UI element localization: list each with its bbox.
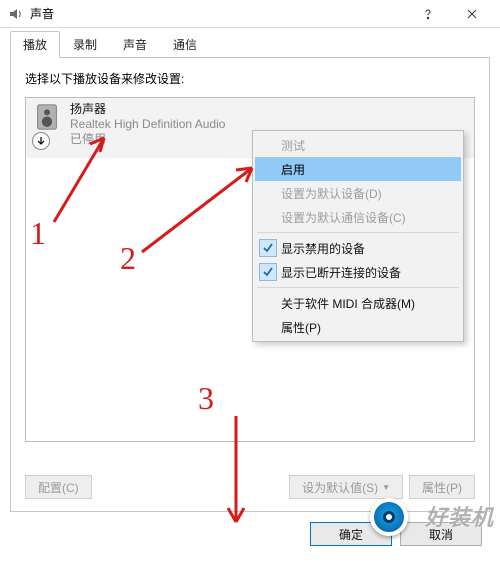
ctx-set-comm[interactable]: 设置为默认通信设备(C) <box>255 205 461 229</box>
context-menu: 测试 启用 设置为默认设备(D) 设置为默认通信设备(C) 显示禁用的设备 显示… <box>252 130 464 342</box>
tab-sounds[interactable]: 声音 <box>110 31 160 58</box>
tab-playback[interactable]: 播放 <box>10 31 60 58</box>
speaker-icon <box>32 102 62 132</box>
watermark-logo-icon <box>370 498 408 536</box>
ctx-label: 关于软件 MIDI 合成器(M) <box>281 295 415 312</box>
ctx-enable[interactable]: 启用 <box>255 157 461 181</box>
device-list[interactable]: 扬声器 Realtek High Definition Audio 已停用 测试… <box>25 97 475 442</box>
ctx-set-default[interactable]: 设置为默认设备(D) <box>255 181 461 205</box>
ctx-label: 显示已断开连接的设备 <box>281 264 401 281</box>
ctx-properties[interactable]: 属性(P) <box>255 315 461 339</box>
btn-label: 确定 <box>339 526 363 543</box>
tab-label: 声音 <box>123 38 147 52</box>
ctx-label: 属性(P) <box>281 319 321 336</box>
ctx-label: 设置为默认设备(D) <box>281 185 382 202</box>
ctx-label: 测试 <box>281 137 305 154</box>
window-title: 声音 <box>30 5 406 22</box>
close-button[interactable] <box>450 0 494 28</box>
ctx-separator <box>257 287 459 288</box>
device-properties-button[interactable]: 属性(P) <box>409 475 475 499</box>
titlebar: 声音 <box>0 0 500 28</box>
btn-label: 配置(C) <box>38 479 79 496</box>
check-icon <box>259 239 277 257</box>
configure-button[interactable]: 配置(C) <box>25 475 92 499</box>
dropdown-arrow-icon: ▼ <box>382 483 390 492</box>
ctx-show-disconnected[interactable]: 显示已断开连接的设备 <box>255 260 461 284</box>
disabled-overlay-icon <box>32 132 50 150</box>
sound-icon <box>8 6 24 22</box>
ctx-test[interactable]: 测试 <box>255 133 461 157</box>
check-icon <box>259 263 277 281</box>
tab-label: 播放 <box>23 38 47 52</box>
dialog-buttons: 确定 取消 <box>10 512 490 546</box>
btn-label: 设为默认值(S) <box>302 479 378 496</box>
playback-panel: 选择以下播放设备来修改设置: 扬声器 Realtek High Definiti… <box>10 58 490 512</box>
tab-label: 录制 <box>73 38 97 52</box>
btn-label: 属性(P) <box>422 479 462 496</box>
tab-label: 通信 <box>173 38 197 52</box>
device-name: 扬声器 <box>70 102 468 117</box>
device-icon <box>32 102 70 147</box>
set-default-button[interactable]: 设为默认值(S) ▼ <box>289 475 403 499</box>
tab-strip: 播放 录制 声音 通信 <box>10 34 490 58</box>
panel-bottom-buttons: 配置(C) 设为默认值(S) ▼ 属性(P) <box>25 475 475 499</box>
ctx-label: 启用 <box>281 161 305 178</box>
ctx-label: 设置为默认通信设备(C) <box>281 209 406 226</box>
watermark-text: 好装机 <box>425 500 494 532</box>
ctx-show-disabled[interactable]: 显示禁用的设备 <box>255 236 461 260</box>
ctx-about-midi[interactable]: 关于软件 MIDI 合成器(M) <box>255 291 461 315</box>
help-button[interactable] <box>406 0 450 28</box>
tab-communications[interactable]: 通信 <box>160 31 210 58</box>
dialog-body: 播放 录制 声音 通信 选择以下播放设备来修改设置: 扬 <box>0 28 500 556</box>
ctx-separator <box>257 232 459 233</box>
tab-recording[interactable]: 录制 <box>60 31 110 58</box>
panel-instruction: 选择以下播放设备来修改设置: <box>25 70 475 87</box>
ctx-label: 显示禁用的设备 <box>281 240 365 257</box>
